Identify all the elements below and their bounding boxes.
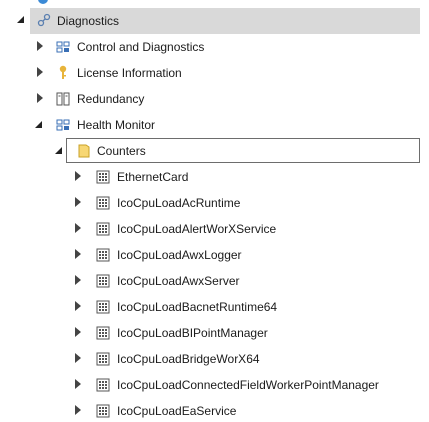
tree-item-counter[interactable]: IcoCpuLoadAwxLogger — [117, 244, 242, 266]
collapsed-arrow-icon[interactable] — [35, 67, 45, 77]
partial-icon — [38, 0, 48, 4]
collapsed-arrow-icon[interactable] — [73, 327, 83, 337]
counter-icon — [96, 378, 110, 392]
tree-item-diagnostics[interactable]: Diagnostics — [57, 10, 119, 32]
tree-item-counter[interactable]: EthernetCard — [117, 166, 188, 188]
counter-icon — [96, 248, 110, 262]
collapsed-arrow-icon[interactable] — [35, 93, 45, 103]
tree-item-counter[interactable]: IcoCpuLoadAcRuntime — [117, 192, 240, 214]
component-icon — [56, 118, 70, 132]
counter-icon — [96, 196, 110, 210]
diagnostics-icon — [37, 13, 51, 27]
collapsed-arrow-icon[interactable] — [73, 353, 83, 363]
collapsed-arrow-icon[interactable] — [73, 197, 83, 207]
counter-icon — [96, 404, 110, 418]
tree-item-counter[interactable]: IcoCpuLoadEaService — [117, 400, 236, 422]
tree-item-control-and-diagnostics[interactable]: Control and Diagnostics — [77, 36, 204, 58]
tree-item-counter[interactable]: IcoCpuLoadBridgeWorX64 — [117, 348, 260, 370]
tree-item-counter[interactable]: IcoCpuLoadBIPointManager — [117, 322, 268, 344]
component-icon — [56, 40, 70, 54]
counter-icon — [96, 352, 110, 366]
tree-item-redundancy[interactable]: Redundancy — [77, 88, 144, 110]
tree-item-counter[interactable]: IcoCpuLoadConnectedFieldWorkerPointManag… — [117, 374, 379, 396]
key-icon — [56, 65, 70, 79]
counter-icon — [96, 274, 110, 288]
counter-icon — [96, 222, 110, 236]
tree-item-license-information[interactable]: License Information — [77, 62, 182, 84]
folder-icon — [78, 144, 92, 158]
collapsed-arrow-icon[interactable] — [73, 301, 83, 311]
collapsed-arrow-icon[interactable] — [73, 223, 83, 233]
tree-item-counters[interactable]: Counters — [97, 140, 146, 162]
counter-icon — [96, 300, 110, 314]
redundancy-icon — [56, 92, 70, 106]
collapsed-arrow-icon[interactable] — [73, 171, 83, 181]
expanded-arrow-icon[interactable] — [55, 145, 65, 155]
tree-item-counter[interactable]: IcoCpuLoadAlertWorXService — [117, 218, 276, 240]
tree-view: Diagnostics Control and Diagnostics Lice… — [0, 0, 429, 418]
counter-icon — [96, 326, 110, 340]
collapsed-arrow-icon[interactable] — [73, 249, 83, 259]
collapsed-arrow-icon[interactable] — [73, 405, 83, 415]
tree-item-counter[interactable]: IcoCpuLoadBacnetRuntime64 — [117, 296, 277, 318]
tree-item-health-monitor[interactable]: Health Monitor — [77, 114, 155, 136]
collapsed-arrow-icon[interactable] — [73, 275, 83, 285]
collapsed-arrow-icon[interactable] — [35, 41, 45, 51]
expanded-arrow-icon[interactable] — [35, 119, 45, 129]
collapsed-arrow-icon[interactable] — [73, 379, 83, 389]
counter-icon — [96, 170, 110, 184]
expanded-arrow-icon[interactable] — [17, 14, 27, 24]
tree-item-counter[interactable]: IcoCpuLoadAwxServer — [117, 270, 240, 292]
